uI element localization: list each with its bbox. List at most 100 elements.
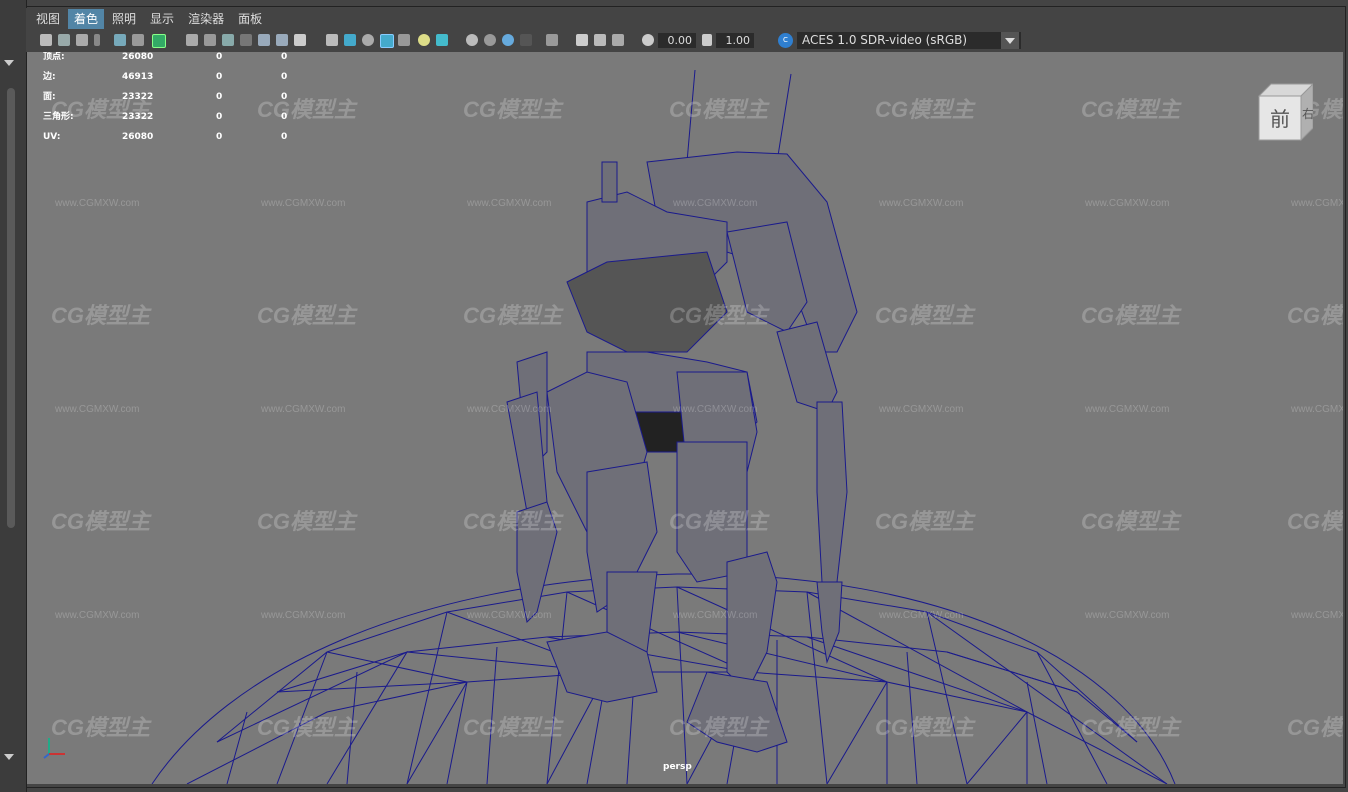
active-tool-icon[interactable] <box>152 34 166 48</box>
safe-title-icon[interactable] <box>294 34 306 46</box>
watermark-url: www.CGMXW.com <box>55 610 140 621</box>
watermark-logo: CG模型主 <box>1287 303 1343 328</box>
watermark-url: www.CGMXW.com <box>879 198 964 209</box>
view-cube-front-label: 前 <box>1270 107 1290 131</box>
watermark-logo: CG模型主 <box>257 303 357 328</box>
hud-value: 23322 <box>122 92 154 102</box>
camera-attributes-icon[interactable] <box>58 34 70 46</box>
menu-panels[interactable]: 面板 <box>232 9 268 29</box>
menu-view[interactable]: 视图 <box>30 9 66 29</box>
gamma-field[interactable]: 1.00 <box>716 33 754 48</box>
scroll-down-arrow-icon[interactable] <box>4 754 14 760</box>
exposure-field[interactable]: 0.00 <box>658 33 696 48</box>
watermark-url: www.CGMXW.com <box>467 198 552 209</box>
view-cube-right-label: 右 <box>1302 106 1313 121</box>
scene-canvas <box>151 69 1176 784</box>
smooth-shade-icon[interactable] <box>344 34 356 46</box>
watermark-url: www.CGMXW.com <box>261 404 346 415</box>
hud-value: 0 <box>281 52 288 62</box>
watermark-logo: CG模型主 <box>1287 715 1343 740</box>
hud-value: 0 <box>216 112 223 122</box>
watermark-logo: CG模型主 <box>669 715 769 740</box>
panel-collapse-arrow-icon[interactable] <box>4 60 14 66</box>
2d-pan-zoom-icon[interactable] <box>114 34 126 46</box>
hud-label: UV: <box>43 132 61 142</box>
watermark-url: www.CGMXW.com <box>467 610 552 621</box>
color-management-icon[interactable]: C <box>778 33 793 48</box>
multisample-aa-icon[interactable] <box>502 34 514 46</box>
field-chart-icon[interactable] <box>258 34 270 46</box>
default-material-icon[interactable] <box>362 34 374 46</box>
grease-pencil-icon[interactable] <box>132 34 144 46</box>
xray-components-icon[interactable] <box>612 34 624 46</box>
panel-toolbar: 0.00 1.00 C ACES 1.0 SDR-video (sRGB) <box>26 30 1344 52</box>
isolate-select-icon[interactable] <box>546 34 558 46</box>
watermark-logo: CG模型主 <box>1081 97 1181 122</box>
watermark-logo: CG模型主 <box>463 303 563 328</box>
hud-row-faces: 面: 23322 0 0 <box>43 92 303 112</box>
watermark-url: www.CGMXW.com <box>261 198 346 209</box>
motion-blur-icon[interactable] <box>484 34 496 46</box>
textured-icon[interactable] <box>398 34 410 46</box>
watermark-url: www.CGMXW.com <box>261 610 346 621</box>
safe-action-icon[interactable] <box>276 34 288 46</box>
exposure-icon[interactable] <box>642 34 654 46</box>
watermark-url: www.CGMXW.com <box>1291 610 1343 621</box>
hud-row-triangles: 三角形: 23322 0 0 <box>43 112 303 132</box>
bookmark-icon[interactable] <box>76 34 88 46</box>
menu-show[interactable]: 显示 <box>144 9 180 29</box>
hud-row-vertices: 顶点: 26080 0 0 <box>43 52 303 72</box>
hud-label: 面: <box>43 92 56 102</box>
resolution-gate-icon[interactable] <box>222 34 234 46</box>
menu-renderer[interactable]: 渲染器 <box>182 9 230 29</box>
hud-row-uvs: UV: 26080 0 0 <box>43 132 303 152</box>
watermark-logo: CG模型主 <box>1287 509 1343 534</box>
watermark-url: www.CGMXW.com <box>55 404 140 415</box>
axis-gizmo-icon <box>43 738 65 759</box>
shadows-icon[interactable] <box>436 34 448 46</box>
hud-label: 三角形: <box>43 112 74 122</box>
gamma-icon[interactable] <box>702 34 712 46</box>
chevron-down-icon[interactable] <box>1001 32 1019 49</box>
watermark-url: www.CGMXW.com <box>55 198 140 209</box>
hud-value: 0 <box>281 92 288 102</box>
left-scrollbar[interactable] <box>7 88 15 528</box>
select-camera-icon[interactable] <box>40 34 52 46</box>
image-plane-icon[interactable] <box>94 34 100 46</box>
left-side-panel <box>0 0 27 792</box>
view-cube[interactable]: 前 右 <box>1255 82 1313 142</box>
gate-mask-icon[interactable] <box>240 34 252 46</box>
hud-value: 0 <box>216 132 223 142</box>
watermark-logo: CG模型主 <box>463 715 563 740</box>
watermark-logo: CG模型主 <box>1081 715 1181 740</box>
xray-icon[interactable] <box>576 34 588 46</box>
hud-label: 顶点: <box>43 52 65 62</box>
wireframe-mode-icon[interactable] <box>326 34 338 46</box>
panel-menubar: 视图 着色 照明 显示 渲染器 面板 <box>26 8 1344 30</box>
film-gate-icon[interactable] <box>204 34 216 46</box>
watermark-url: www.CGMXW.com <box>1085 404 1170 415</box>
watermark-logo: CG模型主 <box>875 509 975 534</box>
watermark-url: www.CGMXW.com <box>1291 404 1343 415</box>
screen-space-ao-icon[interactable] <box>466 34 478 46</box>
hud-value: 0 <box>216 52 223 62</box>
watermark-logo: CG模型主 <box>669 97 769 122</box>
xray-joints-icon[interactable] <box>594 34 606 46</box>
menu-lighting[interactable]: 照明 <box>106 9 142 29</box>
wireframe-on-shaded-icon[interactable] <box>380 34 394 48</box>
watermark-url: www.CGMXW.com <box>673 404 758 415</box>
view-transform-select[interactable]: ACES 1.0 SDR-video (sRGB) <box>797 32 1021 49</box>
hud-label: 边: <box>43 72 56 82</box>
watermark-url: www.CGMXW.com <box>467 404 552 415</box>
watermark-url: www.CGMXW.com <box>879 610 964 621</box>
3d-viewport[interactable]: CG模型主 www.CGMXW.com CG模型主 www.CGMXW.com CG模型… <box>27 52 1343 784</box>
depth-of-field-icon[interactable] <box>520 34 532 46</box>
watermark-logo: CG模型主 <box>463 97 563 122</box>
use-lights-icon[interactable] <box>418 34 430 46</box>
grid-icon[interactable] <box>186 34 198 46</box>
watermark-logo: CG模型主 <box>1081 509 1181 534</box>
watermark-logo: CG模型主 <box>875 303 975 328</box>
menu-shading[interactable]: 着色 <box>68 9 105 29</box>
hud-value: 23322 <box>122 112 154 122</box>
watermark-logo: CG模型主 <box>51 509 151 534</box>
